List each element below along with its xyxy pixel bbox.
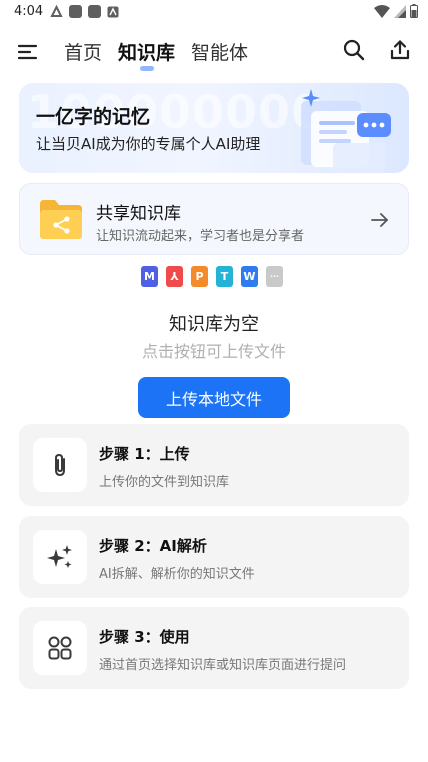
step-icon-box — [33, 530, 87, 584]
supported-file-types: M ⅄ P T W ··· — [141, 266, 283, 287]
step-title: 步骤 2：AI解析 — [99, 537, 207, 555]
word-file-icon: W — [241, 266, 258, 287]
notification-icons — [50, 5, 119, 18]
menu-icon[interactable] — [16, 40, 40, 64]
tab-agents[interactable]: 智能体 — [191, 38, 248, 65]
apps-grid-icon — [48, 636, 72, 660]
top-navigation: 首页 知识库 智能体 — [0, 30, 428, 74]
app-notification-icon — [50, 5, 63, 17]
app-notification-icon — [69, 5, 82, 18]
documents-illustration-icon — [301, 89, 391, 173]
paperclip-icon — [55, 453, 65, 477]
txt-file-icon: T — [216, 266, 233, 287]
main-tabs: 首页 知识库 智能体 — [64, 38, 248, 71]
share-icon[interactable] — [388, 38, 412, 62]
system-status-icons — [374, 4, 418, 18]
step-card: 步骤 2：AI解析 AI拆解、解析你的知识文件 — [19, 516, 409, 598]
shared-kb-subtitle: 让知识流动起来，学习者也是分享者 — [96, 229, 305, 244]
markdown-file-icon: M — [141, 266, 158, 287]
pdf-file-icon: ⅄ — [166, 266, 183, 287]
step-title: 步骤 3：使用 — [99, 628, 190, 646]
app-notification-icon — [88, 5, 101, 18]
step-icon-box — [33, 438, 87, 492]
step-description: 上传你的文件到知识库 — [99, 475, 230, 490]
shared-folder-icon — [40, 200, 82, 239]
search-icon[interactable] — [342, 38, 366, 62]
shared-kb-title: 共享知识库 — [96, 204, 181, 224]
banner-subtitle: 让当贝AI成为你的专属个人AI助理 — [36, 135, 261, 153]
status-time: 4:04 — [14, 4, 44, 19]
step-title: 步骤 1：上传 — [99, 445, 190, 463]
arrow-right-icon — [371, 213, 388, 227]
tab-knowledge-base[interactable]: 知识库 — [118, 38, 175, 71]
app-notification-icon — [107, 6, 119, 17]
ppt-file-icon: P — [191, 266, 208, 287]
wifi-icon — [374, 4, 390, 18]
signal-icon — [394, 4, 406, 18]
banner-title: 一亿字的记忆 — [36, 106, 151, 128]
promo-banner[interactable]: 100000000 一亿字的记忆 让当贝AI成为你的专属个人AI助理 — [19, 83, 409, 173]
empty-state-title: 知识库为空 — [169, 314, 259, 335]
battery-icon — [410, 4, 418, 18]
step-card: 步骤 3：使用 通过首页选择知识库或知识库页面进行提问 — [19, 607, 409, 689]
step-description: 通过首页选择知识库或知识库页面进行提问 — [99, 658, 347, 673]
shared-knowledge-base-card[interactable]: 共享知识库 让知识流动起来，学习者也是分享者 — [19, 183, 409, 255]
other-file-icon: ··· — [266, 266, 283, 287]
status-bar: 4:04 — [0, 0, 428, 26]
upload-local-file-button[interactable]: 上传本地文件 — [138, 377, 290, 418]
empty-state-subtitle: 点击按钮可上传文件 — [141, 342, 286, 361]
step-card: 步骤 1：上传 上传你的文件到知识库 — [19, 424, 409, 506]
sparkle-icon — [47, 545, 72, 568]
step-icon-box — [33, 621, 87, 675]
tab-home[interactable]: 首页 — [64, 38, 102, 65]
step-description: AI拆解、解析你的知识文件 — [99, 567, 255, 582]
